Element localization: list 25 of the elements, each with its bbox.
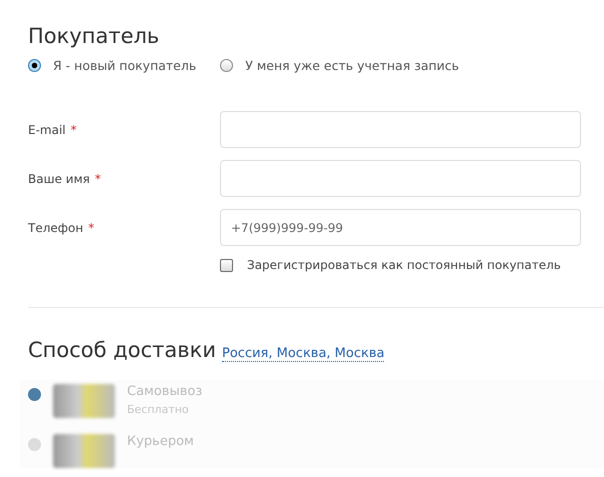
field-label: E-mail	[28, 122, 66, 136]
input-field[interactable]	[220, 160, 581, 197]
section-title: Покупатель	[28, 23, 160, 50]
checkbox[interactable]	[220, 258, 233, 272]
radio-button[interactable]	[28, 388, 41, 401]
required-mark: *	[88, 220, 94, 234]
radio-button[interactable]	[28, 438, 41, 451]
radio-button[interactable]	[28, 59, 41, 72]
option-name: Самовывоз	[127, 384, 202, 399]
field-label: Телефон	[28, 220, 84, 234]
option-price: Бесплатно	[127, 403, 190, 416]
location-link[interactable]: Россия, Москва, Москва	[222, 346, 384, 362]
field-label: Ваше имя	[28, 172, 90, 186]
radio-label: Я - новый покупатель	[53, 58, 196, 73]
required-mark: *	[94, 172, 101, 186]
photo-placeholder	[53, 434, 115, 468]
input-field[interactable]	[220, 111, 581, 148]
section-title: Способ доставки	[28, 337, 216, 364]
radio-button[interactable]	[220, 59, 234, 72]
radio-label: У меня уже есть учетная запись	[245, 58, 460, 73]
photo-placeholder	[53, 384, 115, 418]
input-field[interactable]: +7(999)999-99-99	[220, 209, 581, 246]
required-mark: *	[70, 122, 77, 136]
option-name: Курьером	[127, 434, 194, 449]
checkbox-label: Зарегистрироваться как постоянный покупатель	[247, 258, 561, 272]
